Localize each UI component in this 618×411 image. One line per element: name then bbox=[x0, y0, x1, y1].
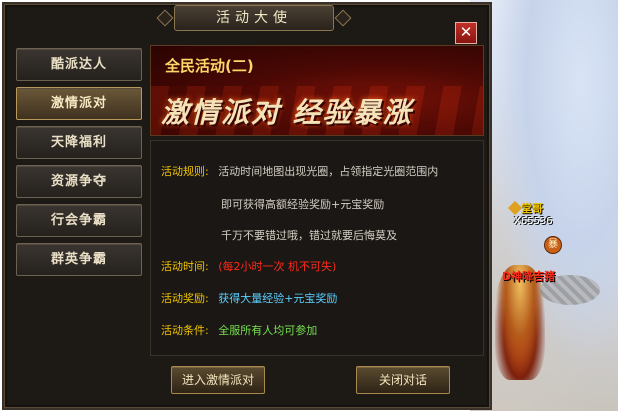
event-banner: 全民活动(二) 激情派对 经验暴涨 bbox=[150, 45, 484, 136]
rules-line-3: 千万不要错过哦，错过就要后悔莫及 bbox=[221, 229, 397, 242]
rules-label: 活动规则: bbox=[161, 165, 209, 178]
rules-row: 活动规则: 活动时间地图出现光圈，占领指定光圈范围内 bbox=[161, 165, 438, 179]
nav-item-heroes-war[interactable]: 群英争霸 bbox=[16, 243, 142, 276]
close-dialog-button[interactable]: 关闭对话 bbox=[356, 366, 450, 394]
enter-party-button[interactable]: 进入激情派对 bbox=[171, 366, 265, 394]
title-ornament-left-icon bbox=[156, 9, 174, 27]
time-value: (每2小时一次 机不可失) bbox=[218, 260, 337, 273]
player-title-label: D神降吉猪 bbox=[502, 270, 556, 283]
event-nav: 酷派达人 激情派对 天降福利 资源争夺 行会争霸 群英争霸 bbox=[16, 48, 144, 282]
nav-item-heaven-welfare[interactable]: 天降福利 bbox=[16, 126, 142, 159]
rules-line-1: 活动时间地图出现光圈，占领指定光圈范围内 bbox=[218, 165, 439, 178]
nav-item-passion-party[interactable]: 激情派对 bbox=[16, 87, 142, 120]
title-ornament-right-icon bbox=[334, 9, 352, 27]
event-details: 活动规则: 活动时间地图出现光圈，占领指定光圈范围内 即可获得高额经验奖励+元宝… bbox=[150, 140, 484, 356]
close-icon[interactable]: ✕ bbox=[455, 22, 477, 44]
player-id-label: X65536 bbox=[514, 216, 553, 227]
event-dialog: 活动大使 ✕ 酷派达人 激情派对 天降福利 资源争夺 行会争霸 群英争霸 全民活… bbox=[2, 2, 492, 410]
condition-value: 全服所有人均可参加 bbox=[218, 324, 318, 337]
reward-value: 获得大量经验+元宝奖励 bbox=[218, 292, 338, 305]
banner-subtitle: 全民活动(二) bbox=[165, 57, 254, 75]
time-label: 活动时间: bbox=[161, 260, 209, 273]
player-name-label: 堂哥 bbox=[521, 202, 543, 215]
nav-item-cool-expert[interactable]: 酷派达人 bbox=[16, 48, 142, 81]
nav-item-resource-battle[interactable]: 资源争夺 bbox=[16, 165, 142, 198]
condition-label: 活动条件: bbox=[161, 324, 209, 337]
condition-row: 活动条件: 全服所有人均可参加 bbox=[161, 324, 317, 338]
time-row: 活动时间: (每2小时一次 机不可失) bbox=[161, 260, 336, 274]
reward-row: 活动奖励: 获得大量经验+元宝奖励 bbox=[161, 292, 337, 306]
banner-headline: 激情派对 经验暴涨 bbox=[161, 96, 413, 129]
nav-item-guild-war[interactable]: 行会争霸 bbox=[16, 204, 142, 237]
dialog-title: 活动大使 bbox=[174, 5, 334, 31]
rules-line-2: 即可获得高额经验奖励+元宝奖励 bbox=[221, 198, 385, 211]
reward-label: 活动奖励: bbox=[161, 292, 209, 305]
status-badge: 暴 bbox=[544, 236, 562, 254]
